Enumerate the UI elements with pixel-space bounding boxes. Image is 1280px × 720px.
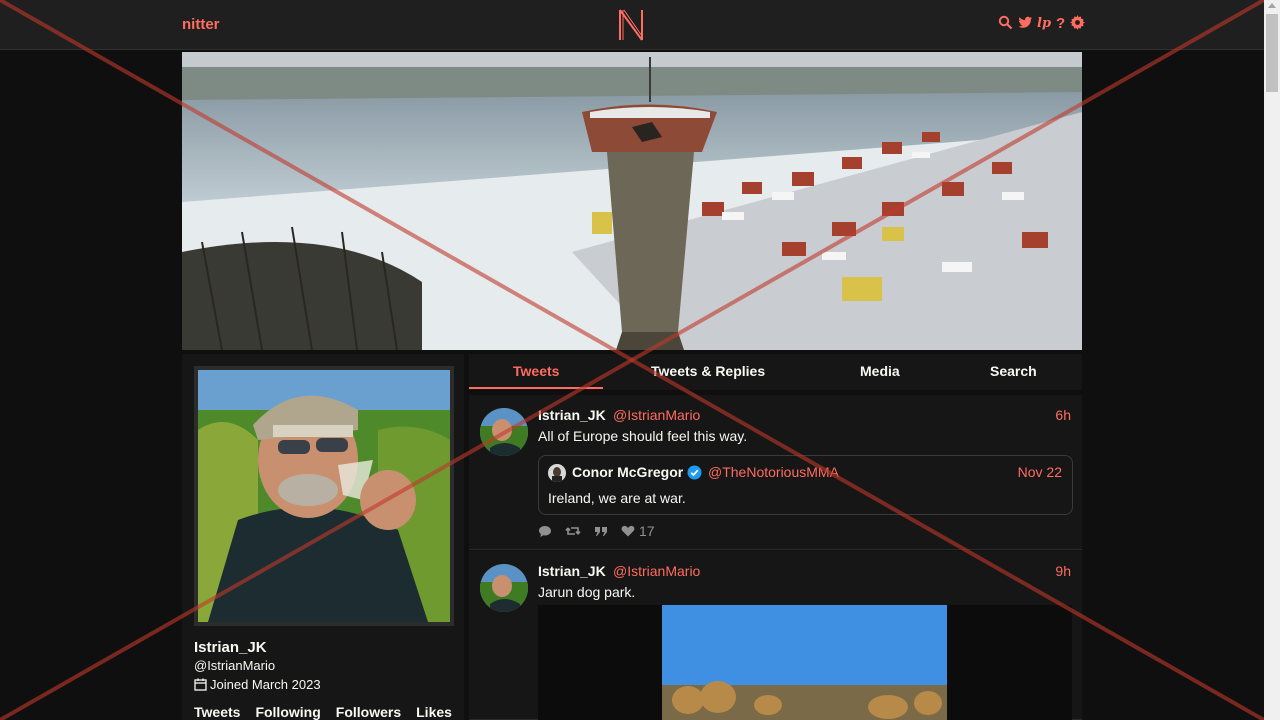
calendar-icon xyxy=(194,678,207,691)
reply-stat[interactable] xyxy=(538,525,552,538)
tab-tweets-replies[interactable]: Tweets & Replies xyxy=(651,363,765,379)
profile-banner[interactable] xyxy=(182,52,1082,350)
tweet-fullname[interactable]: Istrian_JK xyxy=(538,407,606,423)
quote-date[interactable]: Nov 22 xyxy=(1018,464,1062,480)
tweet-fullname[interactable]: Istrian_JK xyxy=(538,563,606,579)
nitter-logo-icon[interactable] xyxy=(617,8,645,42)
nav-icons: lp ? xyxy=(998,15,1085,30)
tweet-item[interactable]: Istrian_JK @IstrianMario 9h Jarun dog pa… xyxy=(469,551,1082,720)
navbar: nitter lp ? xyxy=(0,0,1264,50)
tweet-stats: 17 xyxy=(538,523,660,539)
tweet-username[interactable]: @IstrianMario xyxy=(613,563,700,579)
quote-username[interactable]: @TheNotoriousMMA xyxy=(708,464,839,480)
tab-media[interactable]: Media xyxy=(860,363,900,379)
profile-fullname[interactable]: Istrian_JK xyxy=(194,639,267,656)
tweet-date[interactable]: 9h xyxy=(1055,563,1071,579)
tweet-username[interactable]: @IstrianMario xyxy=(613,407,700,423)
timeline-tabs: Tweets Tweets & Replies Media Search xyxy=(469,354,1082,390)
quote-tweet[interactable]: Conor McGregor @TheNotoriousMMA Nov 22 I… xyxy=(538,455,1073,515)
profile-username[interactable]: @IstrianMario xyxy=(194,658,275,673)
stat-tweets[interactable]: Tweets xyxy=(194,704,240,720)
retweet-stat[interactable] xyxy=(565,525,581,537)
avatar-image xyxy=(198,370,450,622)
active-tab-indicator xyxy=(469,387,603,389)
like-count: 17 xyxy=(639,523,655,539)
quote-icon xyxy=(595,527,607,536)
retweet-icon xyxy=(565,527,581,535)
tweet-avatar[interactable] xyxy=(480,564,528,612)
heart-icon xyxy=(621,525,635,537)
lp-icon[interactable]: lp xyxy=(1037,15,1051,30)
svg-text:lp: lp xyxy=(1037,16,1051,30)
quote-text: Ireland, we are at war. xyxy=(548,490,686,506)
scroll-up-arrow-icon[interactable] xyxy=(1268,3,1276,8)
twitter-icon[interactable] xyxy=(1017,16,1033,30)
brand-link[interactable]: nitter xyxy=(182,16,220,33)
tweet-item[interactable]: Istrian_JK @IstrianMario 6h All of Europ… xyxy=(469,395,1082,550)
stat-followers[interactable]: Followers xyxy=(336,704,401,720)
gear-icon[interactable] xyxy=(1070,15,1085,30)
banner-image xyxy=(182,52,1082,350)
quote-avatar xyxy=(548,464,566,482)
stat-following[interactable]: Following xyxy=(255,704,320,720)
quote-fullname[interactable]: Conor McGregor xyxy=(572,464,683,480)
comment-icon xyxy=(539,525,551,537)
like-stat[interactable]: 17 xyxy=(621,523,655,539)
svg-text:?: ? xyxy=(1056,15,1065,30)
profile-joined: Joined March 2023 xyxy=(194,677,321,692)
stat-likes[interactable]: Likes xyxy=(416,704,452,720)
tweet-photo xyxy=(538,605,1072,720)
profile-card: Istrian_JK @IstrianMario Joined March 20… xyxy=(182,354,464,720)
tweet-media[interactable] xyxy=(538,605,1072,720)
tweet-avatar[interactable] xyxy=(480,408,528,456)
verified-badge-icon xyxy=(687,465,702,480)
scrollbar-thumb[interactable] xyxy=(1266,14,1278,92)
tab-tweets[interactable]: Tweets xyxy=(513,363,559,379)
tab-search[interactable]: Search xyxy=(990,363,1037,379)
tweet-text: All of Europe should feel this way. xyxy=(538,428,748,444)
profile-stats: Tweets Following Followers Likes xyxy=(194,704,467,720)
tweet-date[interactable]: 6h xyxy=(1055,407,1071,423)
quote-stat[interactable] xyxy=(594,525,608,537)
search-icon[interactable] xyxy=(998,15,1013,30)
tweet-text: Jarun dog park. xyxy=(538,584,636,600)
help-icon[interactable]: ? xyxy=(1055,15,1066,30)
profile-avatar[interactable] xyxy=(194,366,454,626)
scrollbar[interactable] xyxy=(1264,0,1280,720)
joined-date: Joined March 2023 xyxy=(210,677,321,692)
